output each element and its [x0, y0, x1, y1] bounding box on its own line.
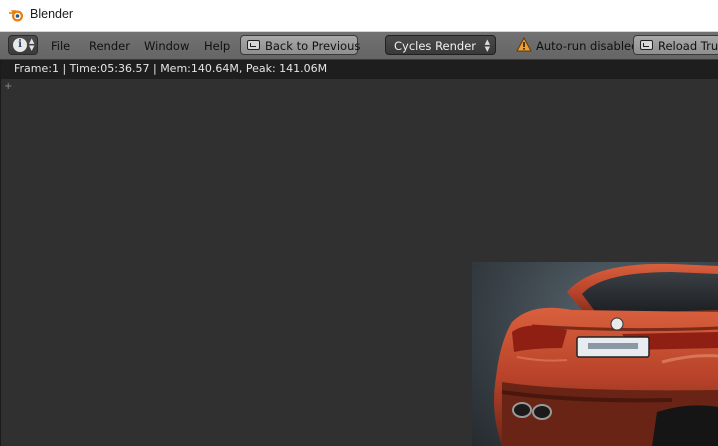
car-render-illustration: [494, 263, 718, 446]
window-titlebar: Blender: [0, 0, 718, 32]
render-view[interactable]: Frame:1 | Time:05:36.57 | Mem:140.64M, P…: [0, 60, 718, 446]
info-header: i ▲ ▼ File Render Window Help Back to Pre…: [0, 32, 718, 60]
updown-arrows-icon: ▲ ▼: [29, 37, 35, 52]
render-engine-value: Cycles Render: [394, 39, 477, 53]
reload-trusted-label: Reload Trust: [658, 39, 718, 53]
back-to-previous-button[interactable]: Back to Previous: [240, 35, 361, 55]
menu-render[interactable]: Render: [89, 39, 130, 53]
back-screen-icon: [247, 40, 260, 50]
autorun-status: Auto-run disabled: [536, 39, 639, 53]
window-title: Blender: [30, 7, 74, 21]
render-result-image: [472, 262, 718, 446]
menu-window[interactable]: Window: [144, 39, 189, 53]
warning-triangle-icon: [516, 37, 532, 52]
updown-arrows-icon: ▲ ▼: [484, 38, 490, 53]
menu-help[interactable]: Help: [204, 39, 230, 53]
reload-icon: [640, 40, 653, 50]
editor-type-selector[interactable]: i ▲ ▼: [8, 35, 38, 55]
render-stats: Frame:1 | Time:05:36.57 | Mem:140.64M, P…: [14, 62, 328, 75]
menu-file[interactable]: File: [51, 39, 70, 53]
back-to-previous-label: Back to Previous: [265, 39, 361, 53]
reload-trusted-button[interactable]: Reload Trust: [633, 35, 718, 55]
blender-logo-icon: [9, 10, 23, 22]
info-icon: i: [13, 38, 27, 52]
area-split-corner-icon[interactable]: +: [4, 82, 12, 92]
render-engine-dropdown[interactable]: Cycles Render ▲ ▼: [385, 35, 496, 55]
render-stats-bar: Frame:1 | Time:05:36.57 | Mem:140.64M, P…: [1, 60, 718, 79]
